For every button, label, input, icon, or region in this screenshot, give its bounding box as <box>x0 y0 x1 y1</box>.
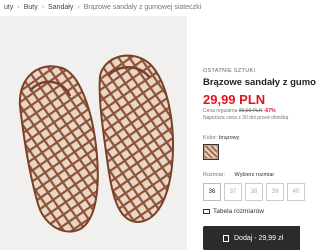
color-label: Kolor: brązowy <box>203 135 240 141</box>
size-option-39[interactable]: 39 <box>266 183 284 201</box>
breadcrumb-item-sandaly[interactable]: Sandały <box>48 4 73 11</box>
breadcrumb-separator: › <box>77 3 80 11</box>
ruler-icon <box>203 209 210 214</box>
shopping-bag-icon <box>223 234 229 242</box>
size-table-link[interactable]: Tabela rozmiarów <box>203 208 264 215</box>
shoe-image-graphic <box>18 54 175 233</box>
size-option-40[interactable]: 40 <box>287 183 305 201</box>
color-swatch-brown[interactable] <box>203 144 219 160</box>
color-value: brązowy <box>218 135 240 141</box>
size-table-label: Tabela rozmiarów <box>213 208 264 215</box>
product-price: 29,99 PLN <box>203 92 266 107</box>
product-title: Brązowe sandały z gumo <box>203 77 316 88</box>
product-image[interactable] <box>0 16 187 250</box>
add-to-cart-button[interactable]: Dodaj - 29,99 zł <box>203 226 300 250</box>
size-option-37[interactable]: 37 <box>224 183 242 201</box>
product-info: OSTATNIE SZTUKI Brązowe sandały z gumo 2… <box>203 0 316 250</box>
breadcrumb-item-buty[interactable]: Buty <box>24 4 38 11</box>
discount-badge: -67% <box>263 108 276 114</box>
regular-price-line: Cena regularna 89,99 PLN -67% <box>203 108 288 115</box>
breadcrumb-separator: › <box>17 3 20 11</box>
price-note: Cena regularna 89,99 PLN -67% Najniższa … <box>203 108 288 122</box>
size-placeholder: Wybierz rozmiar <box>234 172 275 178</box>
size-option-38[interactable]: 38 <box>245 183 263 201</box>
lowest-price-note: Najniższa cena z 30 dni przed obniżką <box>203 115 289 121</box>
breadcrumb-item-shoes-root[interactable]: uty <box>4 4 13 11</box>
breadcrumb-separator: › <box>41 3 45 11</box>
breadcrumb-item-current: Brązowe sandały z gumowej siateczki <box>83 3 202 11</box>
add-to-cart-label: Dodaj - 29,99 zł <box>234 234 284 242</box>
size-label-text: Rozmiar <box>203 172 224 178</box>
color-label-text: Kolor <box>203 135 216 141</box>
size-option-36[interactable]: 36 <box>203 183 221 201</box>
size-options: 36 37 38 39 40 <box>203 183 305 201</box>
last-items-badge: OSTATNIE SZTUKI <box>203 68 256 74</box>
regular-price-label: Cena regularna <box>203 108 238 114</box>
size-label: Rozmiar: Wybierz rozmiar <box>203 172 275 178</box>
regular-price: 89,99 PLN <box>238 108 263 114</box>
swatch-thumbnail <box>205 146 217 158</box>
